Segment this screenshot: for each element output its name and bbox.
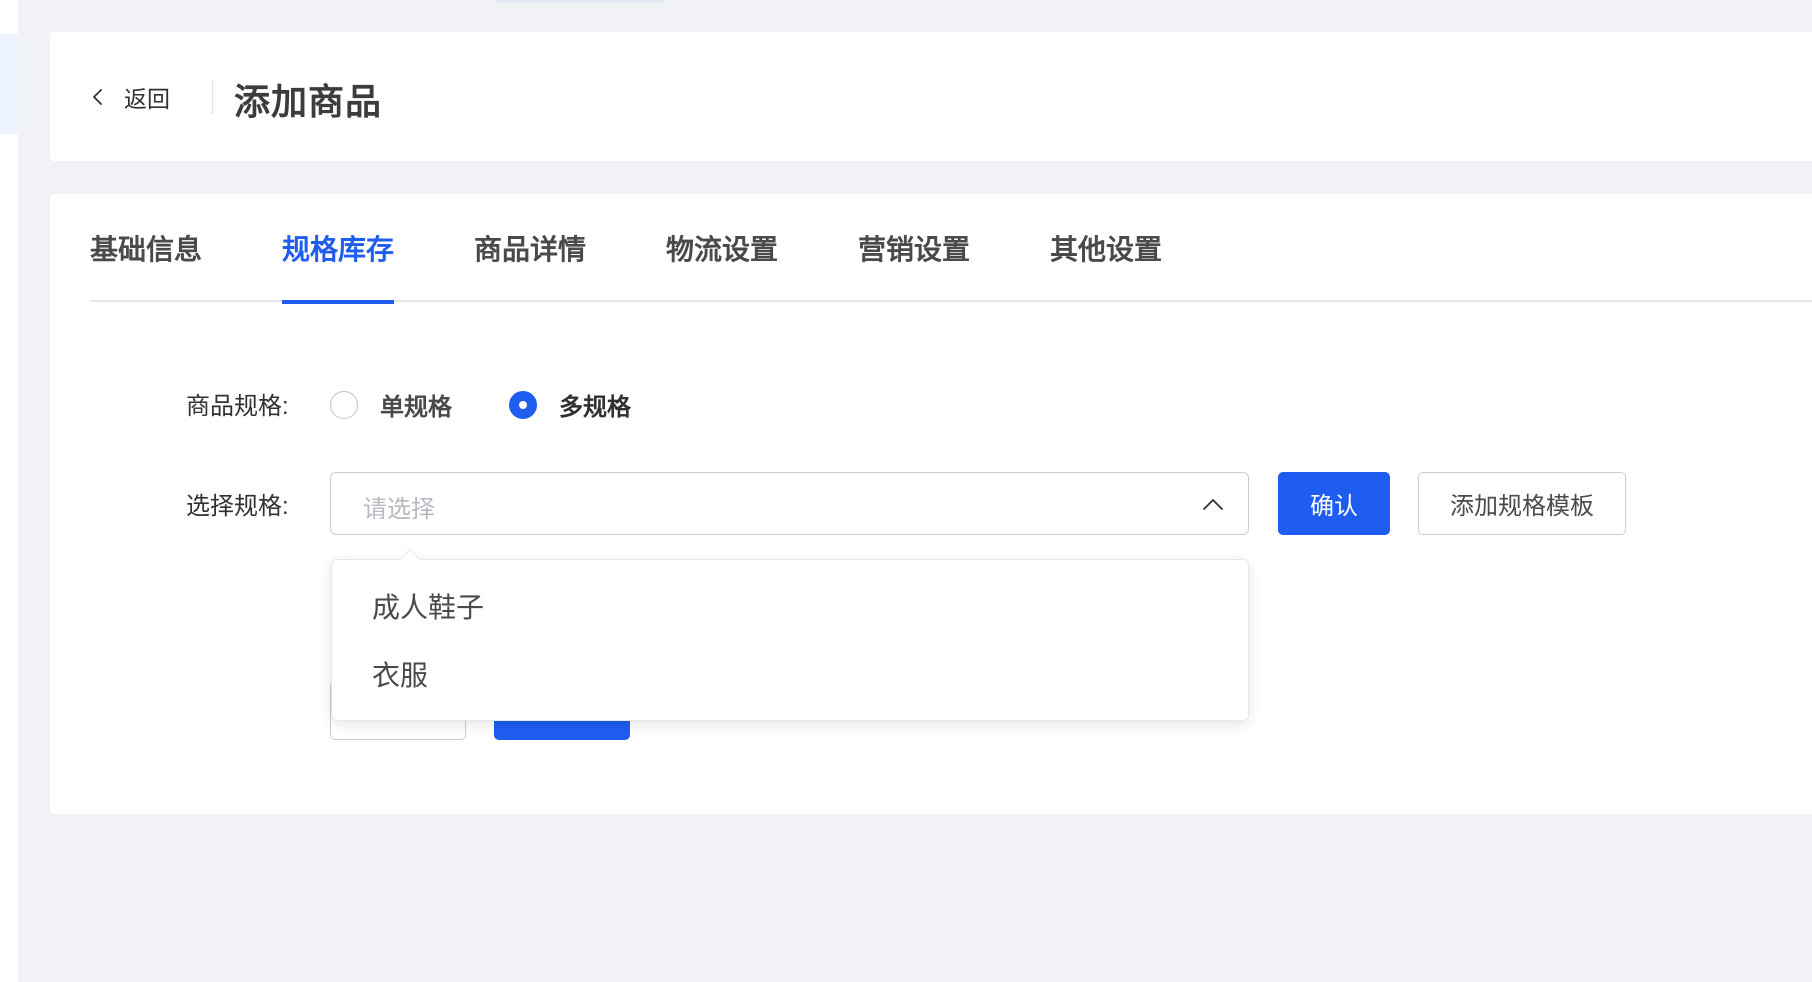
select-placeholder: 请选择 xyxy=(363,496,435,523)
spec-select[interactable]: 请选择 xyxy=(330,472,1249,535)
sidebar-active-indicator xyxy=(0,34,18,134)
dropdown-option-clothes[interactable]: 衣服 xyxy=(372,654,428,704)
spec-dropdown: 成人鞋子 衣服 xyxy=(331,559,1249,721)
radio-circle-checked xyxy=(509,390,537,419)
page: 返回 添加商品 基础信息 规格库存 商品详情 物流设置 营销设置 其他设置 商品… xyxy=(0,0,1812,982)
dropdown-option-adult-shoes[interactable]: 成人鞋子 xyxy=(372,586,484,636)
back-button[interactable]: 返回 xyxy=(90,80,170,114)
sidebar-edge xyxy=(0,0,18,982)
radio-multi-spec[interactable]: 多规格 xyxy=(509,387,631,422)
confirm-button[interactable]: 确认 xyxy=(1278,472,1390,535)
chevron-up-icon xyxy=(1203,499,1223,510)
tab-product-details[interactable]: 商品详情 xyxy=(474,228,586,302)
radio-label: 多规格 xyxy=(559,394,631,421)
select-spec-label: 选择规格: xyxy=(186,493,289,520)
back-label: 返回 xyxy=(124,86,170,112)
tab-spec-inventory[interactable]: 规格库存 xyxy=(282,228,395,304)
header-divider xyxy=(212,81,213,114)
tab-logistics-settings[interactable]: 物流设置 xyxy=(666,228,778,302)
spec-type-label: 商品规格: xyxy=(186,393,289,420)
radio-label: 单规格 xyxy=(380,394,452,421)
chevron-left-icon xyxy=(93,89,102,105)
top-tab-edge xyxy=(497,0,665,3)
tab-bar: 基础信息 规格库存 商品详情 物流设置 营销设置 其他设置 xyxy=(90,218,1812,304)
radio-single-spec[interactable]: 单规格 xyxy=(330,387,452,422)
radio-circle-unchecked xyxy=(330,390,358,419)
tab-marketing-settings[interactable]: 营销设置 xyxy=(858,228,970,302)
add-spec-template-button[interactable]: 添加规格模板 xyxy=(1418,472,1626,535)
tab-basic-info[interactable]: 基础信息 xyxy=(90,228,202,302)
tab-other-settings[interactable]: 其他设置 xyxy=(1050,228,1162,302)
page-title: 添加商品 xyxy=(234,81,383,122)
